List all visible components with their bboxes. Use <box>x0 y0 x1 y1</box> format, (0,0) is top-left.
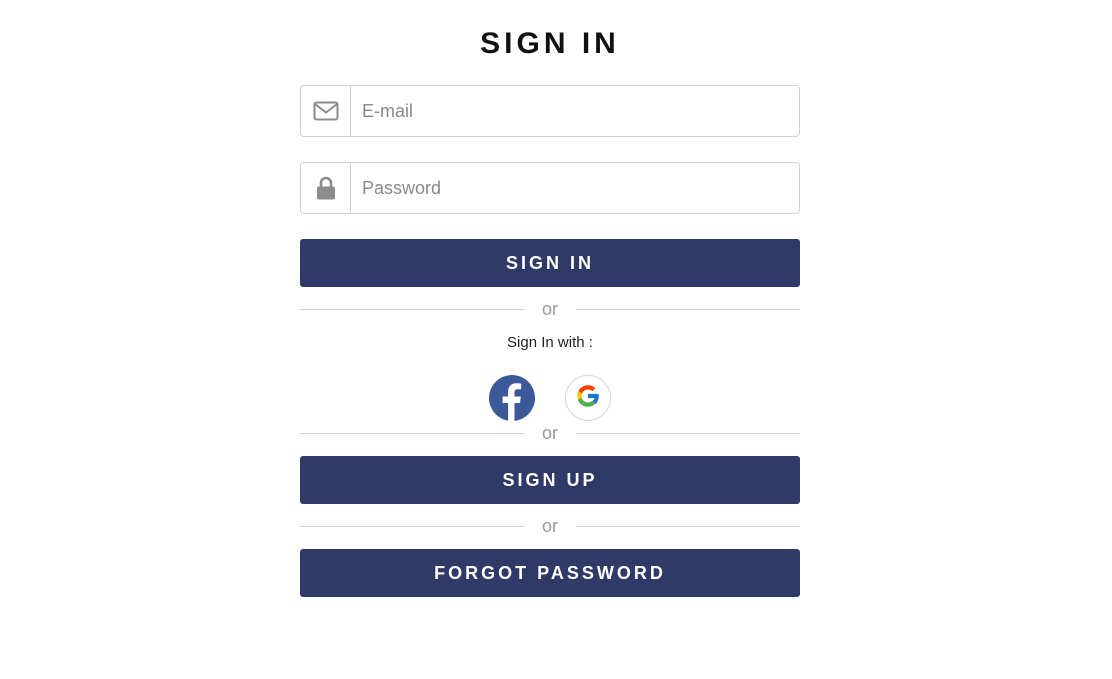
google-login-button[interactable] <box>565 375 611 421</box>
google-icon <box>574 382 602 415</box>
facebook-login-button[interactable] <box>489 375 535 421</box>
page-title: SIGN IN <box>480 27 620 60</box>
divider-line <box>576 526 800 527</box>
or-divider: or <box>300 299 800 319</box>
password-field[interactable] <box>300 162 800 214</box>
facebook-icon <box>489 383 535 421</box>
envelope-icon <box>301 86 351 136</box>
email-field[interactable] <box>300 85 800 137</box>
forgot-password-button[interactable]: FORGOT PASSWORD <box>300 549 800 597</box>
email-input[interactable] <box>351 86 799 136</box>
divider-line <box>576 309 800 310</box>
or-divider: or <box>300 516 800 536</box>
password-input[interactable] <box>351 163 799 213</box>
lock-icon <box>301 163 351 213</box>
divider-line <box>576 433 800 434</box>
sign-in-with-label: Sign In with : <box>507 334 593 351</box>
sign-in-button[interactable]: SIGN IN <box>300 239 800 287</box>
or-divider: or <box>300 423 800 443</box>
sign-in-page: SIGN IN SIGN IN or Sign In with : <box>0 0 1112 679</box>
sign-up-button[interactable]: SIGN UP <box>300 456 800 504</box>
